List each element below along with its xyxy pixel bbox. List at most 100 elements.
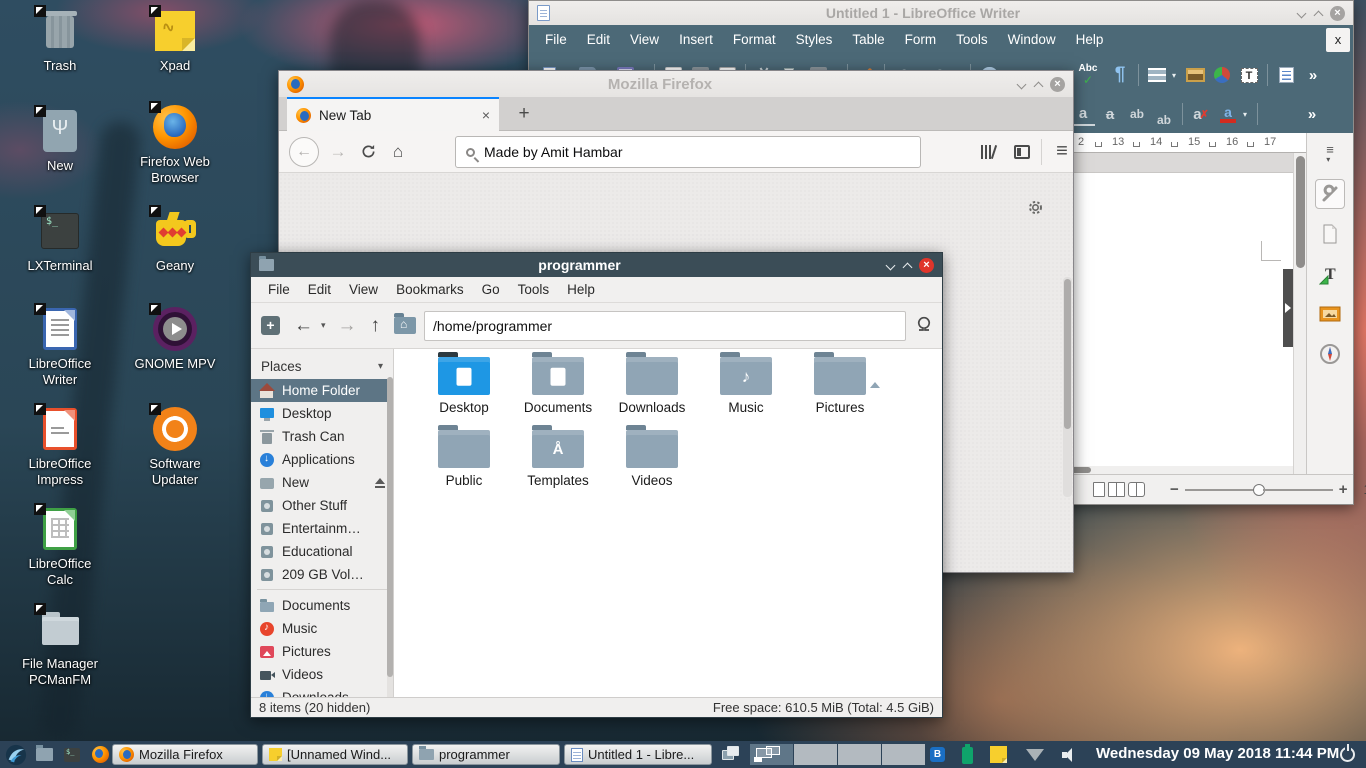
desktop-icon-new-drive[interactable]: Ψ New xyxy=(15,108,105,174)
writer-titlebar[interactable]: Untitled 1 - LibreOffice Writer × xyxy=(529,1,1353,25)
desktop-icon-pcmanfm[interactable]: File Manager PCManFM xyxy=(15,606,105,689)
path-input[interactable] xyxy=(433,318,897,334)
menu-help[interactable]: Help xyxy=(558,282,604,297)
tray-windows-icon[interactable] xyxy=(722,746,740,762)
menu-file[interactable]: File xyxy=(535,25,577,55)
minimize-button[interactable] xyxy=(885,260,895,270)
places-header[interactable]: Places ▾ xyxy=(251,353,393,379)
workspace-1[interactable] xyxy=(750,744,793,765)
places-scrollbar[interactable] xyxy=(387,377,393,697)
fm-file-view[interactable]: Desktop Documents Downloads ♪ Music Pict… xyxy=(395,349,942,697)
place-documents[interactable]: Documents xyxy=(251,594,394,617)
maximize-button[interactable] xyxy=(1033,79,1043,89)
forward-icon[interactable]: → xyxy=(338,315,357,337)
file-pictures[interactable]: Pictures xyxy=(793,357,887,415)
place-educational[interactable]: Educational xyxy=(251,540,394,563)
workspace-2[interactable] xyxy=(794,744,837,765)
library-icon[interactable] xyxy=(973,137,1003,167)
maximize-button[interactable] xyxy=(902,260,912,270)
menu-table[interactable]: Table xyxy=(842,25,894,55)
forward-button[interactable]: → xyxy=(323,137,353,167)
volume-tray-icon[interactable] xyxy=(1062,748,1078,762)
file-downloads[interactable]: Downloads xyxy=(605,357,699,415)
superscript-icon[interactable]: ab xyxy=(1125,102,1149,126)
network-tray-icon[interactable] xyxy=(1026,749,1044,761)
place-entertainment[interactable]: Entertainm… xyxy=(251,517,394,540)
file-templates[interactable]: Å Templates xyxy=(511,430,605,488)
reload-button[interactable] xyxy=(353,137,383,167)
menu-file[interactable]: File xyxy=(259,282,299,297)
place-desktop[interactable]: Desktop xyxy=(251,402,394,425)
menu-window[interactable]: Window xyxy=(998,25,1066,55)
place-home-folder[interactable]: Home Folder xyxy=(251,379,394,402)
power-button-icon[interactable] xyxy=(1340,747,1355,762)
taskbar-task-xpad[interactable]: [Unnamed Wind... xyxy=(262,744,408,765)
file-documents[interactable]: Documents xyxy=(511,357,605,415)
writer-vertical-scrollbar[interactable] xyxy=(1293,153,1306,474)
place-applications[interactable]: Applications xyxy=(251,448,394,471)
menu-bookmarks[interactable]: Bookmarks xyxy=(387,282,473,297)
file-public[interactable]: Public xyxy=(417,430,511,488)
home-folder-icon[interactable] xyxy=(394,317,416,334)
close-button[interactable]: × xyxy=(1330,6,1345,21)
place-downloads[interactable]: Downloads xyxy=(251,686,394,697)
fm-titlebar[interactable]: programmer × xyxy=(251,253,942,277)
insert-chart-icon[interactable] xyxy=(1210,63,1234,87)
place-music[interactable]: Music xyxy=(251,617,394,640)
sidebar-properties-icon[interactable] xyxy=(1315,179,1345,209)
desktop-icon-trash[interactable]: Trash xyxy=(15,8,105,74)
menu-format[interactable]: Format xyxy=(723,25,786,55)
sidebar-gallery-icon[interactable] xyxy=(1315,299,1345,329)
menu-go[interactable]: Go xyxy=(473,282,509,297)
battery-tray-icon[interactable] xyxy=(962,747,973,764)
menu-form[interactable]: Form xyxy=(895,25,947,55)
taskbar-task-programmer[interactable]: programmer xyxy=(412,744,560,765)
taskbar-task-writer[interactable]: Untitled 1 - Libre... xyxy=(564,744,712,765)
back-icon[interactable]: ← xyxy=(294,315,313,337)
menu-help[interactable]: Help xyxy=(1066,25,1114,55)
menu-styles[interactable]: Styles xyxy=(786,25,843,55)
desktop-icon-xpad[interactable]: ∿ Xpad xyxy=(130,8,220,74)
home-button[interactable]: ⌂ xyxy=(383,137,413,167)
book-view-icon[interactable] xyxy=(1128,482,1145,497)
back-history-caret[interactable]: ▾ xyxy=(321,320,326,331)
xpad-tray-icon[interactable] xyxy=(990,746,1007,763)
desktop-icon-lxterminal[interactable]: $_ LXTerminal xyxy=(15,208,105,274)
close-button[interactable]: × xyxy=(1050,77,1065,92)
place-209gb-volume[interactable]: 209 GB Vol… xyxy=(251,563,394,586)
close-document-button[interactable]: x xyxy=(1326,28,1350,52)
sidebar-hide-handle[interactable] xyxy=(1283,269,1293,347)
url-bar[interactable] xyxy=(455,136,921,168)
start-menu-button[interactable] xyxy=(4,743,28,767)
workspace-3[interactable] xyxy=(838,744,881,765)
place-trash[interactable]: Trash Can xyxy=(251,425,394,448)
new-tab-button[interactable]: + xyxy=(511,101,537,127)
tab-new-tab[interactable]: New Tab × xyxy=(287,97,499,131)
up-icon[interactable]: ↑ xyxy=(371,315,381,337)
menu-view[interactable]: View xyxy=(340,282,387,297)
subscript-icon[interactable]: ab xyxy=(1152,102,1176,126)
menu-view[interactable]: View xyxy=(620,25,669,55)
reload-icon[interactable] xyxy=(916,315,932,337)
strikethrough-icon[interactable]: a xyxy=(1098,102,1122,126)
desktop-icon-updater[interactable]: Software Updater xyxy=(130,406,220,489)
toolbar-overflow-icon[interactable]: » xyxy=(1300,102,1324,126)
bluetooth-tray-icon[interactable]: B xyxy=(930,747,945,762)
file-music[interactable]: ♪ Music xyxy=(699,357,793,415)
formatting-marks-icon[interactable]: ¶ xyxy=(1108,63,1132,87)
desktop-icon-mpv[interactable]: GNOME MPV xyxy=(130,306,220,372)
desktop-icon-localc[interactable]: LibreOffice Calc xyxy=(15,506,105,589)
workspace-pager[interactable] xyxy=(750,744,925,765)
single-page-view-icon[interactable] xyxy=(1093,482,1105,497)
insert-field-icon[interactable] xyxy=(1274,63,1298,87)
minimize-button[interactable] xyxy=(1016,79,1026,89)
menu-edit[interactable]: Edit xyxy=(299,282,340,297)
menu-hamburger-icon[interactable]: ≡ xyxy=(1047,137,1077,167)
place-new-volume[interactable]: New xyxy=(251,471,394,494)
zoom-slider[interactable]: −+ xyxy=(1164,481,1354,498)
toolbar-overflow-icon[interactable]: » xyxy=(1301,63,1325,87)
desktop-icon-geany[interactable]: Geany xyxy=(130,208,220,274)
menu-tools[interactable]: Tools xyxy=(946,25,998,55)
url-input[interactable] xyxy=(484,144,910,160)
file-videos[interactable]: Videos xyxy=(605,430,699,488)
